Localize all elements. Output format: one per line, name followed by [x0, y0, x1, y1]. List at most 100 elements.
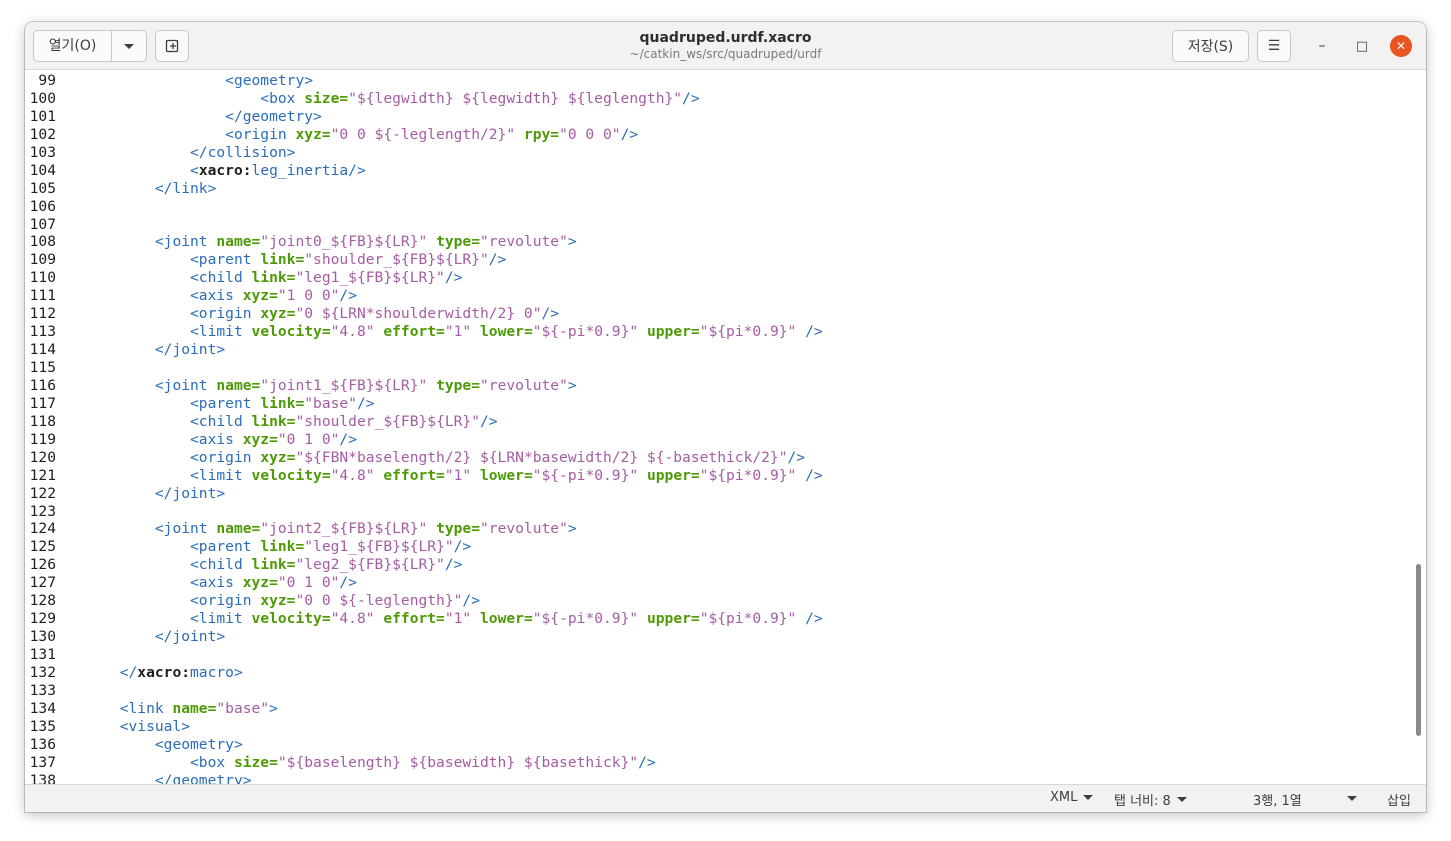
code-line[interactable]: 108 <joint name="joint0_${FB}${LR}" type… — [25, 233, 1410, 251]
code-line[interactable]: 112 <origin xyz="0 ${LRN*shoulderwidth/2… — [25, 305, 1410, 323]
code-line[interactable]: 136 <geometry> — [25, 736, 1410, 754]
open-button[interactable]: 열기(O) — [33, 30, 147, 62]
close-button[interactable]: ✕ — [1390, 35, 1412, 57]
code-line[interactable]: 100 <box size="${legwidth} ${legwidth} $… — [25, 90, 1410, 108]
xml-value-token: "${-pi*0.9}" — [532, 323, 639, 341]
line-content: <axis xyz="0 1 0"/> — [67, 574, 357, 592]
line-number: 115 — [29, 359, 56, 376]
cursor-position-label[interactable]: 3행, 1열 — [1253, 790, 1302, 809]
tab-width-selector[interactable]: 탭 너비: 8 — [1114, 790, 1187, 809]
xml-tag-token: <limit — [190, 466, 252, 484]
code-line[interactable]: 128 <origin xyz="0 0 ${-leglength}"/> — [25, 592, 1410, 610]
code-line[interactable]: 127 <axis xyz="0 1 0"/> — [25, 574, 1410, 592]
xml-tag-token: <parent — [190, 251, 261, 269]
line-number: 116 — [29, 376, 56, 394]
code-line[interactable]: 122 </joint> — [25, 485, 1410, 503]
open-button-label[interactable]: 열기(O) — [34, 31, 112, 61]
maximize-button[interactable]: □ — [1350, 34, 1374, 58]
code-line[interactable]: 126 <child link="leg2_${FB}${LR}"/> — [25, 556, 1410, 574]
hamburger-menu-button[interactable]: ☰ — [1257, 30, 1291, 62]
language-label[interactable]: XML — [1050, 790, 1077, 805]
code-line[interactable]: 99 <geometry> — [25, 72, 1410, 90]
line-number: 114 — [29, 341, 56, 359]
vertical-scrollbar[interactable] — [1416, 564, 1421, 736]
code-line[interactable]: 124 <joint name="joint2_${FB}${LR}" type… — [25, 520, 1410, 538]
xml-attribute-token: lower= — [480, 610, 533, 628]
code-line[interactable]: 118 <child link="shoulder_${FB}${LR}"/> — [25, 413, 1410, 431]
code-line[interactable]: 130 </joint> — [25, 628, 1410, 646]
save-button[interactable]: 저장(S) — [1172, 30, 1249, 62]
tab-width-label[interactable]: 탭 너비: 8 — [1114, 790, 1171, 809]
new-tab-button[interactable] — [155, 30, 189, 62]
code-line[interactable]: 119 <axis xyz="0 1 0"/> — [25, 431, 1410, 449]
code-line[interactable]: 113 <limit velocity="4.8" effort="1" low… — [25, 323, 1410, 341]
code-line[interactable]: 134 <link name="base"> — [25, 700, 1410, 718]
code-line[interactable]: 131 — [25, 646, 1410, 664]
line-number: 123 — [29, 502, 56, 520]
xml-attribute-token: rpy= — [523, 125, 560, 143]
code-area[interactable]: 99 <geometry> 100 <box size="${legwidth} … — [25, 72, 1410, 784]
line-number: 109 — [29, 251, 56, 269]
code-line[interactable]: 120 <origin xyz="${FBN*baselength/2} ${L… — [25, 449, 1410, 467]
xml-tag-token: /> — [805, 610, 823, 628]
code-line[interactable]: 117 <parent link="base"/> — [25, 395, 1410, 413]
minimize-icon: – — [1318, 38, 1326, 54]
code-line[interactable]: 114 </joint> — [25, 341, 1410, 359]
insert-mode-label[interactable]: 삽입 — [1387, 790, 1411, 809]
chevron-down-icon — [1347, 796, 1357, 801]
code-line[interactable]: 137 <box size="${baselength} ${basewidth… — [25, 754, 1410, 772]
code-line[interactable]: 116 <joint name="joint1_${FB}${LR}" type… — [25, 377, 1410, 395]
line-number: 103 — [29, 143, 56, 161]
line-content: <box size="${baselength} ${basewidth} ${… — [67, 754, 656, 772]
code-line[interactable]: 107 — [25, 216, 1410, 234]
code-line[interactable]: 123 — [25, 503, 1410, 521]
xml-tag-token: > — [567, 233, 577, 251]
open-dropdown-button[interactable] — [112, 31, 146, 61]
code-line[interactable]: 105 </link> — [25, 180, 1410, 198]
xml-value-token: "base" — [304, 394, 357, 412]
text-editor[interactable]: 99 <geometry> 100 <box size="${legwidth} … — [25, 70, 1426, 784]
code-line[interactable]: 106 — [25, 198, 1410, 216]
xml-tag-token: </collision> — [190, 143, 296, 161]
line-number: 124 — [29, 520, 56, 538]
insert-mode-indicator[interactable]: 삽입 — [1387, 790, 1411, 809]
code-line[interactable]: 135 <visual> — [25, 718, 1410, 736]
xml-value-token: "${baselength} ${basewidth} ${basethick}… — [277, 753, 639, 771]
code-line[interactable]: 103 </collision> — [25, 144, 1410, 162]
cursor-position[interactable]: 3행, 1열 — [1253, 790, 1302, 809]
code-line[interactable]: 109 <parent link="shoulder_${FB}${LR}"/> — [25, 251, 1410, 269]
minimize-button[interactable]: – — [1310, 34, 1334, 58]
line-number: 107 — [29, 215, 56, 233]
line-number: 110 — [29, 269, 56, 287]
code-line[interactable]: 104 <xacro:leg_inertia/> — [25, 162, 1410, 180]
code-line[interactable]: 121 <limit velocity="4.8" effort="1" low… — [25, 467, 1410, 485]
code-line[interactable]: 133 — [25, 682, 1410, 700]
cursor-position-dropdown[interactable] — [1347, 796, 1357, 801]
xml-tag-token: /> — [488, 251, 507, 269]
xml-value-token: "${-pi*0.9}" — [532, 610, 639, 628]
code-line[interactable]: 110 <child link="leg1_${FB}${LR}"/> — [25, 269, 1410, 287]
xml-attribute-token: size= — [233, 753, 278, 771]
xml-attribute-token: name= — [216, 376, 261, 394]
code-line[interactable]: 129 <limit velocity="4.8" effort="1" low… — [25, 610, 1410, 628]
code-line[interactable]: 132 </xacro:macro> — [25, 664, 1410, 682]
code-line[interactable]: 102 <origin xyz="0 0 ${-leglength/2}" rp… — [25, 126, 1410, 144]
code-line[interactable]: 111 <axis xyz="1 0 0"/> — [25, 287, 1410, 305]
code-line[interactable]: 115 — [25, 359, 1410, 377]
code-line[interactable]: 138 </geometry> — [25, 772, 1410, 784]
xml-attribute-token: size= — [304, 89, 349, 107]
language-selector[interactable]: XML — [1050, 790, 1094, 805]
xml-attribute-token: effort= — [383, 466, 445, 484]
xml-tag-token: </geometry> — [225, 107, 322, 125]
line-number: 135 — [29, 717, 56, 735]
code-line[interactable]: 125 <parent link="leg1_${FB}${LR}"/> — [25, 538, 1410, 556]
code-line[interactable]: 101 </geometry> — [25, 108, 1410, 126]
line-content: <origin xyz="${FBN*baselength/2} ${LRN*b… — [67, 449, 805, 467]
